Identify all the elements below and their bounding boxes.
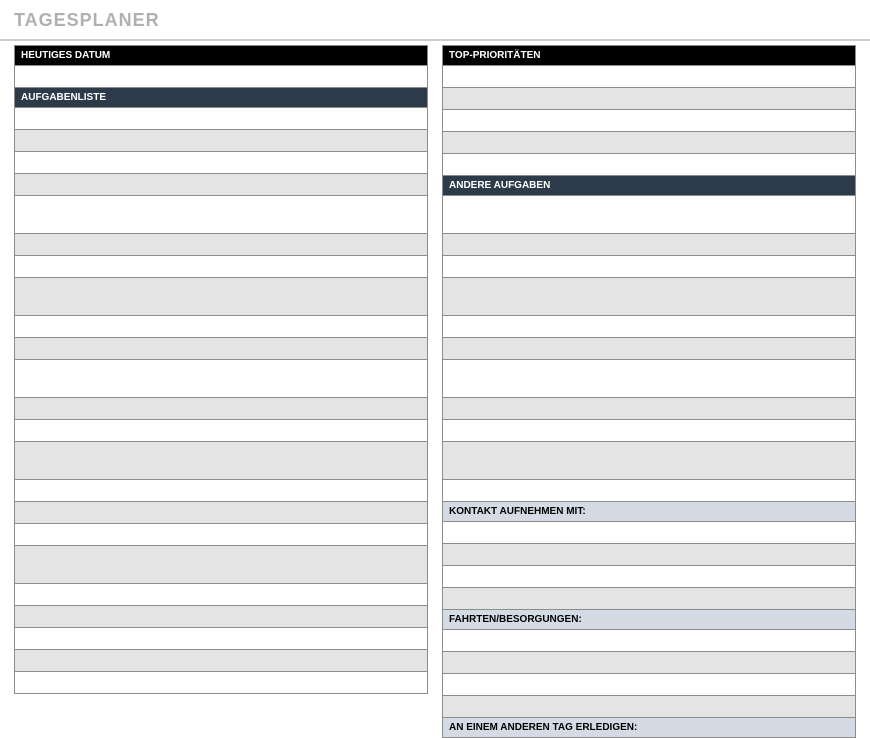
other-tasks-header: ANDERE AUFGABEN (442, 176, 856, 196)
priority-row[interactable] (442, 154, 856, 176)
priority-row[interactable] (442, 132, 856, 154)
contact-row[interactable] (442, 522, 856, 544)
priority-row[interactable] (442, 110, 856, 132)
contact-header: KONTAKT AUFNEHMEN MIT: (442, 502, 856, 522)
date-header: HEUTIGES DATUM (14, 45, 428, 66)
task-row[interactable] (14, 174, 428, 196)
task-row[interactable] (14, 360, 428, 398)
other-task-row[interactable] (442, 256, 856, 278)
tasklist-header: AUFGABENLISTE (14, 88, 428, 108)
right-column: TOP-PRIORITÄTEN ANDERE AUFGABEN KONTAKT … (442, 45, 856, 738)
task-row[interactable] (14, 398, 428, 420)
task-row[interactable] (14, 584, 428, 606)
task-row[interactable] (14, 442, 428, 480)
later-header: AN EINEM ANDEREN TAG ERLEDIGEN: (442, 718, 856, 738)
other-task-row[interactable] (442, 316, 856, 338)
priority-row[interactable] (442, 88, 856, 110)
task-row[interactable] (14, 256, 428, 278)
date-input-row[interactable] (14, 66, 428, 88)
other-task-row[interactable] (442, 338, 856, 360)
page-title: TAGESPLANER (0, 0, 870, 39)
task-row[interactable] (14, 278, 428, 316)
other-task-row[interactable] (442, 420, 856, 442)
task-row[interactable] (14, 316, 428, 338)
left-column: HEUTIGES DATUM AUFGABENLISTE (14, 45, 428, 738)
other-task-row[interactable] (442, 398, 856, 420)
task-row[interactable] (14, 628, 428, 650)
other-task-row[interactable] (442, 278, 856, 316)
other-task-row[interactable] (442, 480, 856, 502)
other-task-row[interactable] (442, 442, 856, 480)
priority-row[interactable] (442, 66, 856, 88)
task-row[interactable] (14, 650, 428, 672)
other-task-row[interactable] (442, 234, 856, 256)
errand-row[interactable] (442, 674, 856, 696)
task-row[interactable] (14, 196, 428, 234)
task-row[interactable] (14, 152, 428, 174)
errands-header: FAHRTEN/BESORGUNGEN: (442, 610, 856, 630)
contact-row[interactable] (442, 588, 856, 610)
task-row[interactable] (14, 502, 428, 524)
task-row[interactable] (14, 234, 428, 256)
task-row[interactable] (14, 480, 428, 502)
task-row[interactable] (14, 524, 428, 546)
other-task-row[interactable] (442, 360, 856, 398)
planner-columns: HEUTIGES DATUM AUFGABENLISTE TOP-PRIORIT… (0, 45, 870, 738)
contact-row[interactable] (442, 566, 856, 588)
priorities-header: TOP-PRIORITÄTEN (442, 45, 856, 66)
task-row[interactable] (14, 606, 428, 628)
task-row[interactable] (14, 130, 428, 152)
title-divider (0, 39, 870, 41)
task-row[interactable] (14, 672, 428, 694)
errand-row[interactable] (442, 630, 856, 652)
other-task-row[interactable] (442, 196, 856, 234)
contact-row[interactable] (442, 544, 856, 566)
task-row[interactable] (14, 420, 428, 442)
task-row[interactable] (14, 108, 428, 130)
task-row[interactable] (14, 338, 428, 360)
task-row[interactable] (14, 546, 428, 584)
errand-row[interactable] (442, 696, 856, 718)
errand-row[interactable] (442, 652, 856, 674)
